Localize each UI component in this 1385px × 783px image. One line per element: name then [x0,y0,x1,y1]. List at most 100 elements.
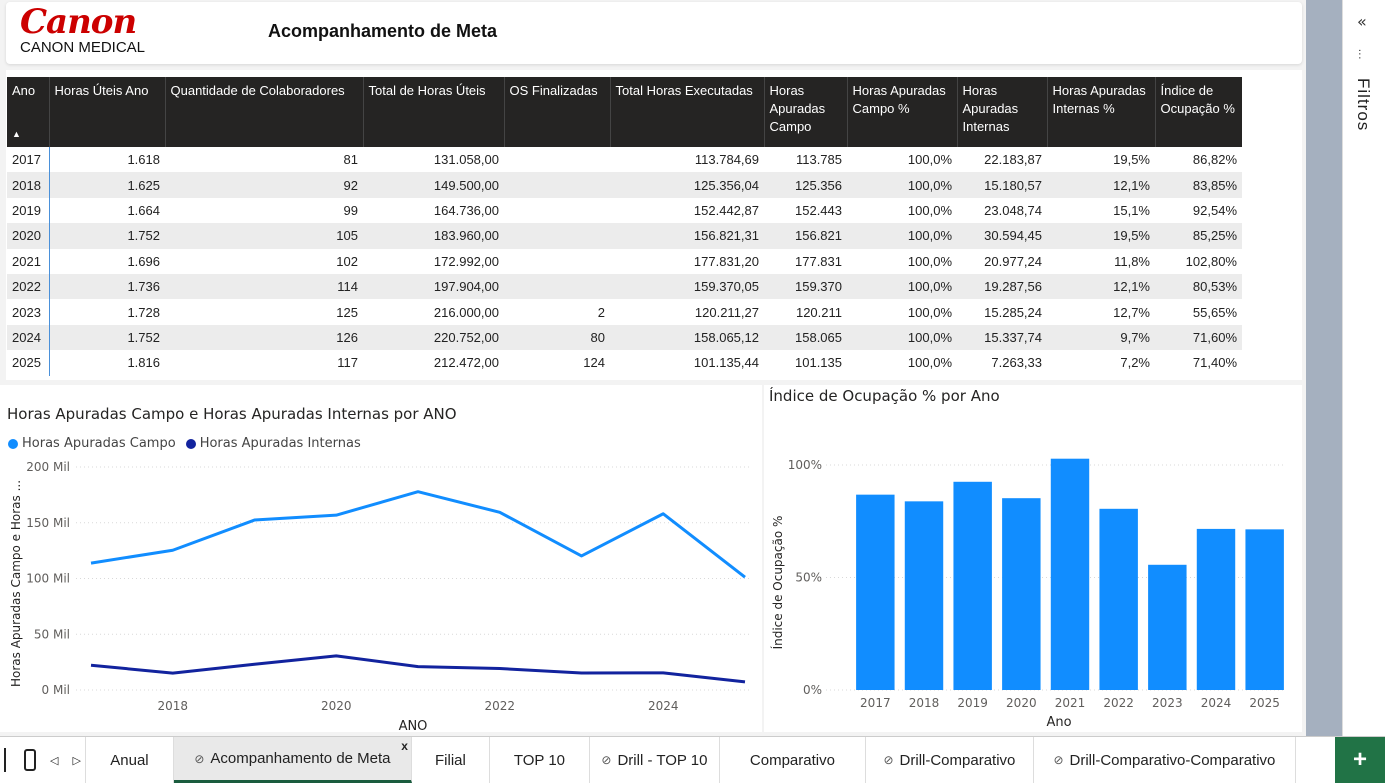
column-header[interactable]: Total de Horas Úteis [363,77,505,147]
tab-filial[interactable]: Filial [412,737,490,783]
report-header: Canon CANON MEDICAL Acompanhamento de Me… [6,2,1302,64]
table-cell: 152.442,87 [693,202,759,218]
line-chart-visual[interactable]: Horas Apuradas Campo e Horas Apuradas In… [0,385,762,734]
table-cell: 7,2% [1120,355,1150,371]
tab-anual[interactable]: Anual [86,737,174,783]
x-tick-label: 2022 [1103,696,1134,710]
table-cell: 15.337,74 [957,324,1047,351]
y-axis-title: Índice de Ocupação % [770,516,785,650]
table-cell: 125.356 [764,172,847,198]
column-header[interactable]: Total Horas Executadas [610,77,765,147]
table-cell: 81 [343,152,358,168]
table-cell: 23.048,74 [984,202,1042,218]
collapse-icon[interactable]: « [1357,12,1367,31]
legend-dot-campo [8,438,18,449]
y-tick-label: 100% [788,458,822,472]
table-cell: 2024 [7,324,50,351]
tab-controls: ◁ ▷ [0,737,86,783]
table-cell: 172.992,00 [433,253,499,269]
sort-ascending-icon[interactable]: ▲ [12,125,21,143]
column-header[interactable]: Quantidade de Colaboradores [165,77,364,147]
tab-drill-comparativo[interactable]: ⊘ Drill-Comparativo [866,737,1034,783]
table-cell: 12,1% [1047,273,1155,300]
column-header-label: OS Finalizadas [509,83,598,98]
table-cell: 92,54% [1192,202,1237,218]
table-cell: 55,65% [1192,304,1237,320]
table-cell: 156.821 [764,223,847,249]
x-tick-label: 2021 [1055,696,1086,710]
table-cell: 15.285,24 [984,304,1042,320]
table-cell: 131.058,00 [433,152,499,168]
table-cell [504,198,610,223]
filters-pane[interactable]: « ⫶ Filtros [1342,0,1385,736]
table-cell: 19.287,56 [957,273,1047,300]
table-row[interactable]: 2025 1.816 117 212.472,00 124 101.135,44 101.1… [7,350,1242,376]
table-body: 2017 1.618 81 131.058,00 113.784,69 113.785 10… [7,147,1242,376]
tab-label: TOP 10 [513,751,566,769]
close-icon[interactable]: x [401,739,408,753]
meta-table-visual[interactable]: Ano ▲ Horas Úteis Ano Quantidade de Colabor… [6,70,1302,380]
x-tick-label: 2018 [909,696,940,710]
column-header[interactable]: Horas Apuradas Campo % [847,77,958,147]
table-row[interactable]: 2021 1.696 102 172.992,00 177.831,20 177.831 1… [7,248,1242,274]
bar [856,494,895,690]
column-header[interactable]: Ano ▲ [7,77,50,147]
table-cell: 100,0% [847,172,957,198]
column-header[interactable]: OS Finalizadas [504,77,611,147]
tab-comparativo[interactable]: Comparativo [720,737,866,783]
filter-icon[interactable]: ⫶ [1358,48,1361,63]
column-header[interactable]: Horas Apuradas Internas % [1047,77,1156,147]
next-page-icon[interactable]: ▷ [72,754,80,767]
legend-dot-internas [185,438,196,449]
table-cell: 15,1% [1113,202,1150,218]
y-tick-label: 150 Mil [26,516,70,530]
tab-top-10[interactable]: TOP 10 [490,737,590,783]
prev-page-icon[interactable]: ◁ [50,754,58,767]
table-cell: 1.816 [127,355,160,371]
column-header[interactable]: Índice de Ocupação % [1155,77,1242,147]
bar-chart-visual[interactable]: Índice de Ocupação % por Ano 0% 50% 100% 20… [764,385,1302,732]
filters-label[interactable]: Filtros [1353,78,1373,131]
table-cell: 30.594,45 [957,223,1047,249]
table-row[interactable]: 2022 1.736 114 197.904,00 159.370,05 159.370 1… [7,273,1242,300]
y-tick-label: 0 Mil [42,683,70,697]
meta-table[interactable]: Ano ▲ Horas Úteis Ano Quantidade de Colabor… [7,77,1242,376]
bar [953,481,992,690]
table-cell: 2022 [7,273,50,300]
column-header-label: Total Horas Executadas [615,83,753,98]
bar [1050,458,1090,690]
table-cell: 159.370,05 [610,273,764,300]
mobile-view-icon[interactable] [24,749,36,771]
tab-drill-comparativo-comparativo[interactable]: ⊘ Drill-Comparativo-Comparativo [1034,737,1296,783]
table-cell: 100,0% [907,152,952,168]
tab-label: Anual [110,751,149,769]
tab-drill-top-10[interactable]: ⊘ Drill - TOP 10 [590,737,720,783]
table-row[interactable]: 2024 1.752 126 220.752,00 80 158.065,12 158.06… [7,324,1242,351]
table-cell: 101.135,44 [693,355,759,371]
column-header[interactable]: Horas Úteis Ano [49,77,166,147]
table-row[interactable]: 2018 1.625 92 149.500,00 125.356,04 125.356 10… [7,172,1242,198]
x-tick-label: 2018 [157,699,188,713]
desktop-view-icon[interactable] [4,748,10,772]
column-header[interactable]: Horas Apuradas Campo [764,77,848,147]
column-header[interactable]: Horas Apuradas Internas [957,77,1048,147]
y-tick-label: 200 Mil [26,460,70,474]
x-tick-label: 2023 [1152,696,1183,710]
legend-label-internas: Horas Apuradas Internas [199,436,361,451]
table-cell: 113.785 [795,152,842,168]
table-row[interactable]: 2020 1.752 105 183.960,00 156.821,31 156.821 1… [7,223,1242,249]
tab-label: Drill - TOP 10 [617,751,708,769]
line-chart-legend[interactable]: Horas Apuradas Campo Horas Apuradas Inte… [8,436,361,451]
table-row[interactable]: 2023 1.728 125 216.000,00 2 120.211,27 120.211… [7,299,1242,325]
tab-label: Comparativo [749,751,835,769]
table-row[interactable]: 2017 1.618 81 131.058,00 113.784,69 113.785 10… [7,147,1242,173]
add-page-button[interactable]: + [1335,737,1385,783]
table-cell: 126 [165,324,363,351]
table-row[interactable]: 2019 1.664 99 164.736,00 152.442,87 152.443 10… [7,197,1242,224]
table-cell: 100,0% [907,202,952,218]
x-tick-label: 2024 [648,699,679,713]
report-canvas: Canon CANON MEDICAL Acompanhamento de Me… [0,0,1306,736]
tab-acompanhamento-de-meta[interactable]: ⊘ Acompanhamento de Meta x [173,737,412,783]
table-cell: 2023 [7,299,50,325]
table-cell: 177.831 [795,253,842,269]
